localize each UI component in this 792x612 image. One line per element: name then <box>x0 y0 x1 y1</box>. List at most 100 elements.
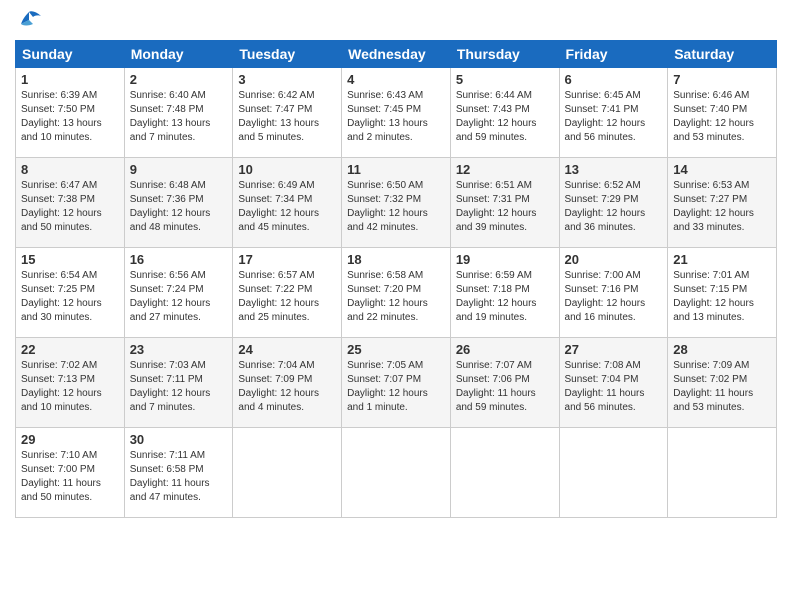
calendar-cell <box>559 428 668 518</box>
day-number: 6 <box>565 72 663 87</box>
day-info: Sunrise: 6:58 AMSunset: 7:20 PMDaylight:… <box>347 269 445 325</box>
day-number: 10 <box>238 162 336 177</box>
calendar-cell: 15 Sunrise: 6:54 AMSunset: 7:25 PMDayligh… <box>16 248 125 338</box>
day-number: 1 <box>21 72 119 87</box>
calendar-cell: 10 Sunrise: 6:49 AMSunset: 7:34 PMDayligh… <box>233 158 342 248</box>
day-info: Sunrise: 6:48 AMSunset: 7:36 PMDaylight:… <box>130 179 228 235</box>
day-number: 25 <box>347 342 445 357</box>
day-number: 9 <box>130 162 228 177</box>
day-number: 13 <box>565 162 663 177</box>
calendar-week-row: 8 Sunrise: 6:47 AMSunset: 7:38 PMDaylight… <box>16 158 777 248</box>
day-info: Sunrise: 7:04 AMSunset: 7:09 PMDaylight:… <box>238 359 336 415</box>
day-number: 8 <box>21 162 119 177</box>
day-number: 18 <box>347 252 445 267</box>
day-info: Sunrise: 6:40 AMSunset: 7:48 PMDaylight:… <box>130 89 228 145</box>
day-info: Sunrise: 6:50 AMSunset: 7:32 PMDaylight:… <box>347 179 445 235</box>
day-info: Sunrise: 6:47 AMSunset: 7:38 PMDaylight:… <box>21 179 119 235</box>
day-number: 5 <box>456 72 554 87</box>
calendar-cell: 14 Sunrise: 6:53 AMSunset: 7:27 PMDayligh… <box>668 158 777 248</box>
day-number: 21 <box>673 252 771 267</box>
day-info: Sunrise: 6:51 AMSunset: 7:31 PMDaylight:… <box>456 179 554 235</box>
calendar-week-row: 29 Sunrise: 7:10 AMSunset: 7:00 PMDayligh… <box>16 428 777 518</box>
calendar-cell: 23Sunrise: 7:03 AMSunset: 7:11 PMDayligh… <box>124 338 233 428</box>
day-of-week-header: Saturday <box>668 41 777 68</box>
logo-bird-icon <box>15 10 43 32</box>
calendar-cell: 8 Sunrise: 6:47 AMSunset: 7:38 PMDaylight… <box>16 158 125 248</box>
day-number: 24 <box>238 342 336 357</box>
calendar-week-row: 15 Sunrise: 6:54 AMSunset: 7:25 PMDayligh… <box>16 248 777 338</box>
calendar-cell: 5 Sunrise: 6:44 AMSunset: 7:43 PMDaylight… <box>450 68 559 158</box>
day-info: Sunrise: 6:53 AMSunset: 7:27 PMDaylight:… <box>673 179 771 235</box>
day-info: Sunrise: 7:08 AMSunset: 7:04 PMDaylight:… <box>565 359 663 415</box>
day-number: 12 <box>456 162 554 177</box>
day-number: 4 <box>347 72 445 87</box>
day-of-week-header: Sunday <box>16 41 125 68</box>
day-info: Sunrise: 6:52 AMSunset: 7:29 PMDaylight:… <box>565 179 663 235</box>
day-info: Sunrise: 6:54 AMSunset: 7:25 PMDaylight:… <box>21 269 119 325</box>
day-number: 22 <box>21 342 119 357</box>
calendar-cell <box>450 428 559 518</box>
calendar-cell: 12 Sunrise: 6:51 AMSunset: 7:31 PMDayligh… <box>450 158 559 248</box>
calendar-cell: 2 Sunrise: 6:40 AMSunset: 7:48 PMDaylight… <box>124 68 233 158</box>
day-info: Sunrise: 7:10 AMSunset: 7:00 PMDaylight:… <box>21 449 119 505</box>
calendar-cell: 13 Sunrise: 6:52 AMSunset: 7:29 PMDayligh… <box>559 158 668 248</box>
day-number: 15 <box>21 252 119 267</box>
calendar-cell: 26Sunrise: 7:07 AMSunset: 7:06 PMDayligh… <box>450 338 559 428</box>
day-info: Sunrise: 6:46 AMSunset: 7:40 PMDaylight:… <box>673 89 771 145</box>
day-number: 30 <box>130 432 228 447</box>
day-number: 11 <box>347 162 445 177</box>
logo <box>15 10 43 32</box>
day-of-week-header: Wednesday <box>342 41 451 68</box>
calendar-table: SundayMondayTuesdayWednesdayThursdayFrid… <box>15 40 777 518</box>
day-number: 14 <box>673 162 771 177</box>
calendar-cell: 29 Sunrise: 7:10 AMSunset: 7:00 PMDayligh… <box>16 428 125 518</box>
day-info: Sunrise: 7:02 AMSunset: 7:13 PMDaylight:… <box>21 359 119 415</box>
day-number: 27 <box>565 342 663 357</box>
calendar-header-row: SundayMondayTuesdayWednesdayThursdayFrid… <box>16 41 777 68</box>
calendar-cell: 17Sunrise: 6:57 AMSunset: 7:22 PMDayligh… <box>233 248 342 338</box>
calendar-cell: 25 Sunrise: 7:05 AMSunset: 7:07 PMDayligh… <box>342 338 451 428</box>
day-info: Sunrise: 6:43 AMSunset: 7:45 PMDaylight:… <box>347 89 445 145</box>
calendar-cell: 16Sunrise: 6:56 AMSunset: 7:24 PMDayligh… <box>124 248 233 338</box>
day-info: Sunrise: 7:05 AMSunset: 7:07 PMDaylight:… <box>347 359 445 415</box>
day-info: Sunrise: 6:57 AMSunset: 7:22 PMDaylight:… <box>238 269 336 325</box>
day-number: 3 <box>238 72 336 87</box>
day-of-week-header: Thursday <box>450 41 559 68</box>
day-info: Sunrise: 6:44 AMSunset: 7:43 PMDaylight:… <box>456 89 554 145</box>
day-of-week-header: Monday <box>124 41 233 68</box>
calendar-cell <box>233 428 342 518</box>
day-number: 2 <box>130 72 228 87</box>
day-info: Sunrise: 7:00 AMSunset: 7:16 PMDaylight:… <box>565 269 663 325</box>
day-info: Sunrise: 7:11 AMSunset: 6:58 PMDaylight:… <box>130 449 228 505</box>
day-info: Sunrise: 7:03 AMSunset: 7:11 PMDaylight:… <box>130 359 228 415</box>
calendar-cell: 18 Sunrise: 6:58 AMSunset: 7:20 PMDayligh… <box>342 248 451 338</box>
calendar-cell <box>668 428 777 518</box>
day-info: Sunrise: 6:45 AMSunset: 7:41 PMDaylight:… <box>565 89 663 145</box>
day-info: Sunrise: 7:09 AMSunset: 7:02 PMDaylight:… <box>673 359 771 415</box>
calendar-cell: 11 Sunrise: 6:50 AMSunset: 7:32 PMDayligh… <box>342 158 451 248</box>
day-number: 20 <box>565 252 663 267</box>
calendar-week-row: 1 Sunrise: 6:39 AMSunset: 7:50 PMDaylight… <box>16 68 777 158</box>
calendar-cell: 28Sunrise: 7:09 AMSunset: 7:02 PMDayligh… <box>668 338 777 428</box>
calendar-cell: 6 Sunrise: 6:45 AMSunset: 7:41 PMDaylight… <box>559 68 668 158</box>
calendar-cell: 3Sunrise: 6:42 AMSunset: 7:47 PMDaylight… <box>233 68 342 158</box>
day-number: 7 <box>673 72 771 87</box>
calendar-week-row: 22 Sunrise: 7:02 AMSunset: 7:13 PMDayligh… <box>16 338 777 428</box>
calendar-cell <box>342 428 451 518</box>
calendar-cell: 27 Sunrise: 7:08 AMSunset: 7:04 PMDayligh… <box>559 338 668 428</box>
day-of-week-header: Friday <box>559 41 668 68</box>
calendar-cell: 22 Sunrise: 7:02 AMSunset: 7:13 PMDayligh… <box>16 338 125 428</box>
day-info: Sunrise: 7:07 AMSunset: 7:06 PMDaylight:… <box>456 359 554 415</box>
day-info: Sunrise: 6:59 AMSunset: 7:18 PMDaylight:… <box>456 269 554 325</box>
calendar-cell: 20 Sunrise: 7:00 AMSunset: 7:16 PMDayligh… <box>559 248 668 338</box>
day-number: 19 <box>456 252 554 267</box>
calendar-cell: 4 Sunrise: 6:43 AMSunset: 7:45 PMDaylight… <box>342 68 451 158</box>
day-number: 29 <box>21 432 119 447</box>
calendar-cell: 19 Sunrise: 6:59 AMSunset: 7:18 PMDayligh… <box>450 248 559 338</box>
day-of-week-header: Tuesday <box>233 41 342 68</box>
calendar-cell: 9 Sunrise: 6:48 AMSunset: 7:36 PMDaylight… <box>124 158 233 248</box>
day-info: Sunrise: 6:39 AMSunset: 7:50 PMDaylight:… <box>21 89 119 145</box>
day-info: Sunrise: 6:49 AMSunset: 7:34 PMDaylight:… <box>238 179 336 235</box>
day-info: Sunrise: 7:01 AMSunset: 7:15 PMDaylight:… <box>673 269 771 325</box>
calendar-cell: 21 Sunrise: 7:01 AMSunset: 7:15 PMDayligh… <box>668 248 777 338</box>
